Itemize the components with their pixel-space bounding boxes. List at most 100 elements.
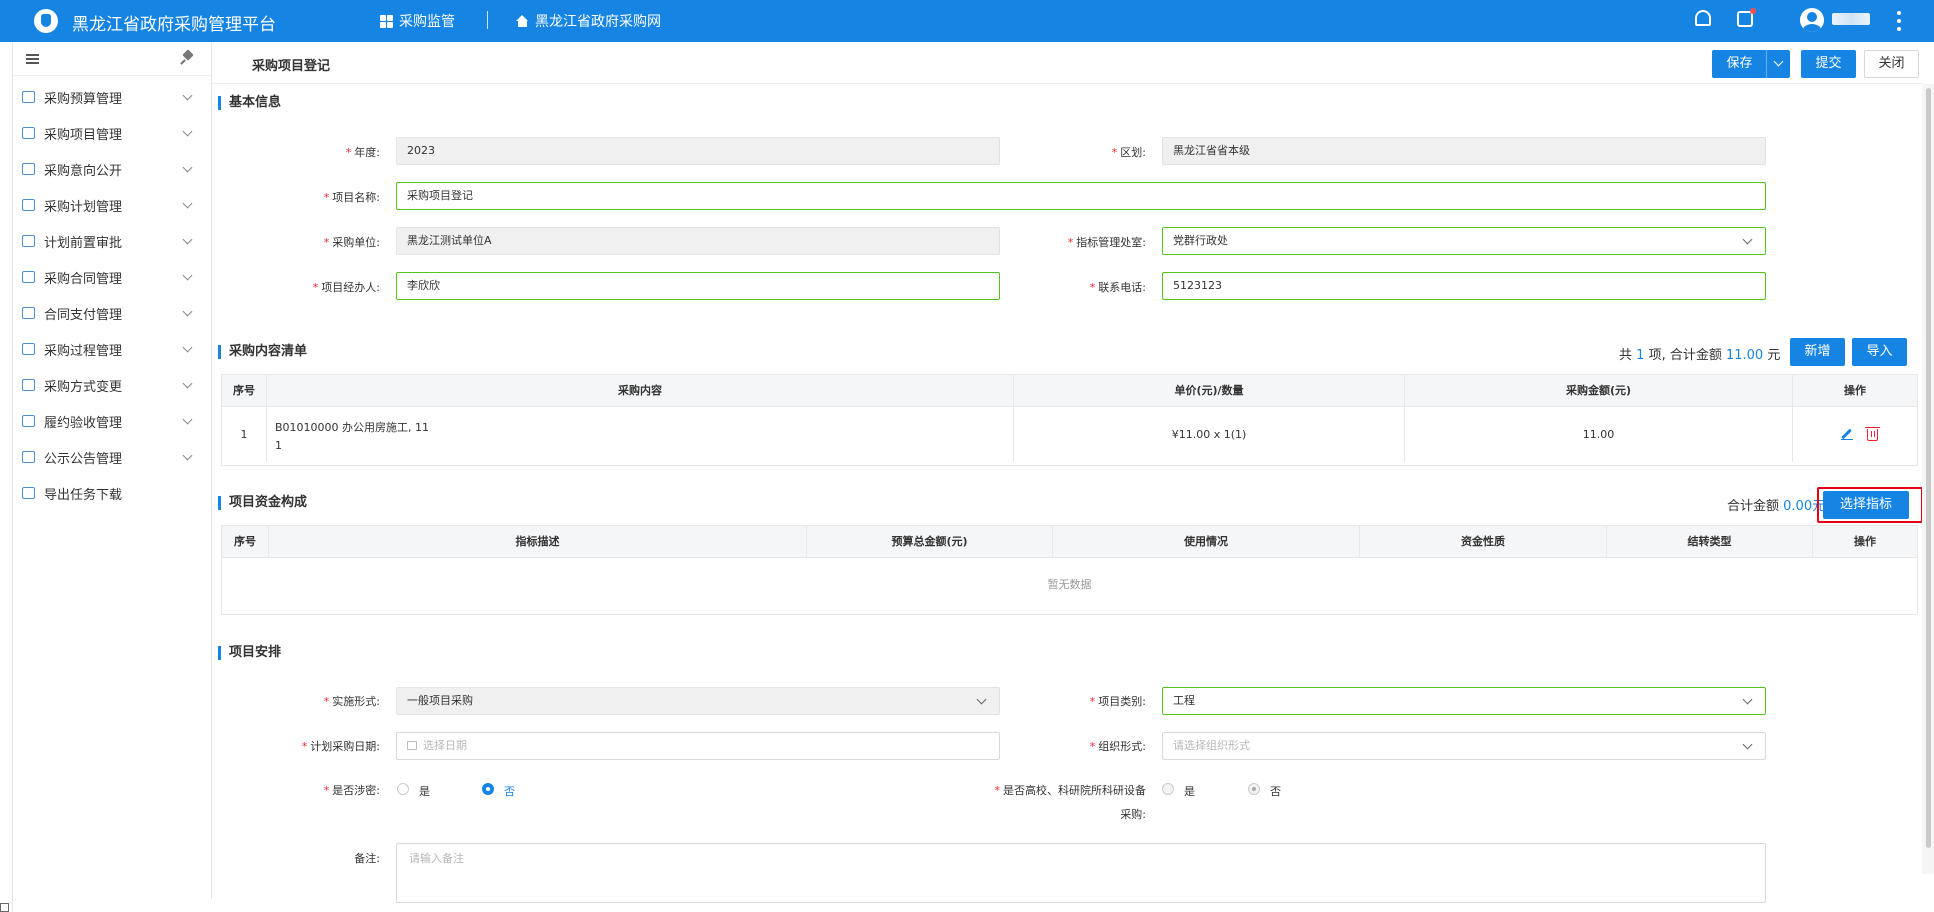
section-title-arrangement: 项目安排 <box>218 646 281 660</box>
date-placeholder: 选择日期 <box>423 739 467 752</box>
secret-no-radio[interactable] <box>482 783 494 795</box>
nav-procurement-supervision[interactable]: 采购监管 <box>380 11 455 31</box>
sidebar-item-intention[interactable]: 采购意向公开 <box>13 151 212 187</box>
sidebar-header <box>13 42 211 76</box>
sidebar-item-process[interactable]: 采购过程管理 <box>13 331 212 367</box>
table-header: 序号 指标描述 预算总金额(元) 使用情况 资金性质 结转类型 操作 <box>222 526 1917 558</box>
save-button[interactable]: 保存 <box>1712 50 1767 78</box>
announcement-icon <box>22 451 35 463</box>
row-index: 1 <box>222 407 267 462</box>
row-content: B01010000 办公用房施工, 11 1 <box>267 407 1014 462</box>
org-label: * 组织形式: <box>1089 740 1146 753</box>
save-dropdown-icon[interactable] <box>1766 50 1790 78</box>
close-button[interactable]: 关闭 <box>1864 50 1919 78</box>
org-placeholder: 请选择组织形式 <box>1173 739 1250 752</box>
more-vertical-icon[interactable] <box>1897 11 1901 31</box>
edit-icon[interactable] <box>1841 428 1853 440</box>
nav-procurement-website[interactable]: 黑龙江省政府采购网 <box>516 11 661 31</box>
unit-label: * 采购单位: <box>323 236 380 249</box>
university-no-label[interactable]: 否 <box>1270 783 1281 799</box>
pin-icon[interactable] <box>181 51 195 65</box>
notification-dot <box>1750 8 1756 14</box>
university-yes-label[interactable]: 是 <box>1184 783 1195 799</box>
left-strip <box>0 42 13 912</box>
corner-icon <box>0 903 9 912</box>
unit-field[interactable]: 黑龙江测试单位A <box>396 227 1000 255</box>
budget-icon <box>22 91 35 103</box>
remark-textarea[interactable]: 请输入备注 <box>396 843 1766 903</box>
column-header: 使用情况 <box>1053 526 1360 558</box>
column-header: 采购金额(元) <box>1405 375 1793 407</box>
user-avatar-icon[interactable] <box>1800 8 1824 32</box>
row-content-line2: 1 <box>275 439 282 452</box>
empty-state: 暂无数据 <box>1047 578 1092 591</box>
nav-label: 采购监管 <box>399 14 455 30</box>
university-no-radio[interactable] <box>1248 783 1260 795</box>
bell-icon[interactable] <box>1695 10 1711 26</box>
sidebar-item-budget[interactable]: 采购预算管理 <box>13 79 212 115</box>
secret-no-label[interactable]: 否 <box>504 783 515 799</box>
column-header: 操作 <box>1854 535 1876 548</box>
plan-icon <box>22 199 35 211</box>
sidebar-item-pre-approval[interactable]: 计划前置审批 <box>13 223 212 259</box>
sidebar-item-acceptance[interactable]: 履约验收管理 <box>13 403 212 439</box>
page-title: 采购项目登记 <box>252 59 331 74</box>
chevron-down-icon <box>182 234 193 244</box>
sidebar-item-label: 采购过程管理 <box>44 343 123 359</box>
column-header: 序号 <box>222 526 269 558</box>
sidebar-item-contract[interactable]: 采购合同管理 <box>13 259 212 295</box>
sidebar: 采购预算管理 采购项目管理 采购意向公开 采购计划管理 计划前置审批 采购合同管… <box>13 42 212 899</box>
year-field[interactable]: 2023 <box>396 137 1000 165</box>
chevron-down-icon <box>182 90 193 100</box>
university-label-cont: 采购: <box>1120 808 1146 821</box>
secret-label: * 是否涉密: <box>323 784 380 797</box>
column-header: 资金性质 <box>1360 526 1607 558</box>
manager-input[interactable]: 李欣欣 <box>396 272 1000 300</box>
chevron-down-icon <box>182 378 193 388</box>
chevron-down-icon <box>182 450 193 460</box>
sidebar-item-label: 采购项目管理 <box>44 127 123 143</box>
category-select[interactable]: 工程 <box>1162 687 1766 715</box>
date-picker[interactable]: 选择日期 <box>396 732 1000 760</box>
project-name-input[interactable]: 采购项目登记 <box>396 182 1766 210</box>
menu-icon[interactable] <box>26 54 39 64</box>
add-button[interactable]: 新增 <box>1790 338 1845 366</box>
year-label: * 年度: <box>345 146 380 159</box>
delete-icon[interactable] <box>1865 427 1880 441</box>
office-label: * 指标管理处室: <box>1067 236 1146 249</box>
column-header: 序号 <box>222 375 267 407</box>
secret-yes-label[interactable]: 是 <box>419 783 430 799</box>
logo-icon <box>34 9 58 33</box>
column-header: 采购内容 <box>267 375 1014 407</box>
region-label: * 区划: <box>1111 146 1146 159</box>
secret-yes-radio[interactable] <box>397 783 409 795</box>
impl-select[interactable]: 一般项目采购 <box>396 687 1000 715</box>
manager-label: * 项目经办人: <box>312 281 380 294</box>
sidebar-item-method-change[interactable]: 采购方式变更 <box>13 367 212 403</box>
sidebar-item-export[interactable]: 导出任务下载 <box>13 475 212 511</box>
contract-icon <box>22 271 35 283</box>
date-label: * 计划采购日期: <box>301 740 380 753</box>
sidebar-item-plan[interactable]: 采购计划管理 <box>13 187 212 223</box>
sidebar-item-label: 履约验收管理 <box>44 415 123 431</box>
chevron-down-icon <box>1742 694 1753 705</box>
approval-icon <box>22 235 35 247</box>
import-button[interactable]: 导入 <box>1852 338 1907 366</box>
org-select[interactable]: 请选择组织形式 <box>1162 732 1766 760</box>
sidebar-item-announcement[interactable]: 公示公告管理 <box>13 439 212 475</box>
university-yes-radio[interactable] <box>1162 783 1174 795</box>
user-name[interactable] <box>1832 13 1870 25</box>
region-field[interactable]: 黑龙江省省本级 <box>1162 137 1766 165</box>
phone-input[interactable]: 5123123 <box>1162 272 1766 300</box>
office-select[interactable]: 党群行政处 <box>1162 227 1766 255</box>
sidebar-item-label: 计划前置审批 <box>44 235 123 251</box>
sidebar-item-payment[interactable]: 合同支付管理 <box>13 295 212 331</box>
column-header: 单价(元)/数量 <box>1014 375 1405 407</box>
scrollbar-thumb[interactable] <box>1926 88 1931 848</box>
submit-button[interactable]: 提交 <box>1801 50 1856 78</box>
process-icon <box>22 343 35 355</box>
chevron-down-icon <box>1742 234 1753 245</box>
sidebar-item-project[interactable]: 采购项目管理 <box>13 115 212 151</box>
project-name-label: * 项目名称: <box>323 191 380 204</box>
column-header: 指标描述 <box>269 526 807 558</box>
